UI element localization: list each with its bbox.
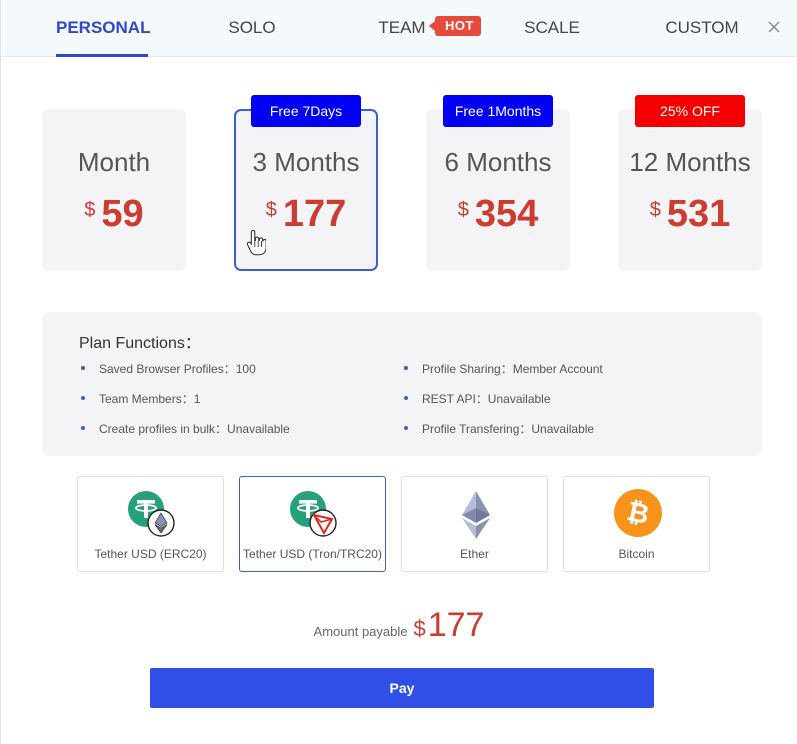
- promo-badge-free-1months: Free 1Months: [443, 95, 553, 127]
- bullet-icon: [81, 425, 85, 430]
- feature-text: REST API：Unavailable: [422, 392, 551, 406]
- plan-tabs: PERSONAL SOLO TEAM HOT SCALE CUSTOM: [1, 0, 797, 57]
- tab-solo[interactable]: SOLO: [219, 0, 285, 57]
- tether-erc20-icon: [128, 491, 175, 537]
- plan-name: Month: [77, 147, 151, 177]
- plan-amount: 531: [666, 193, 731, 235]
- bullet-icon: [404, 395, 408, 400]
- payment-method-ether[interactable]: Ether: [401, 476, 548, 572]
- close-icon: [768, 21, 780, 33]
- bullet-icon: [404, 365, 408, 370]
- plan-amount: 354: [474, 193, 539, 235]
- plan-currency: $: [457, 199, 469, 221]
- plan-currency: $: [84, 199, 96, 221]
- bitcoin-icon: ₿: [614, 489, 662, 537]
- plan-functions-panel: Plan Functions： Saved Browser Profiles：1…: [42, 312, 762, 456]
- feature-item: Saved Browser Profiles：100: [81, 360, 256, 377]
- feature-item: Create profiles in bulk：Unavailable: [81, 420, 290, 437]
- amount-currency: $: [413, 616, 426, 641]
- pricing-dialog: PERSONAL SOLO TEAM HOT SCALE CUSTOM Mont…: [0, 0, 797, 744]
- tab-team[interactable]: TEAM: [373, 0, 431, 57]
- plan-card-month[interactable]: Month $59: [42, 109, 186, 271]
- payment-method-tether-trc20[interactable]: Tether USD (Tron/TRC20): [239, 476, 386, 572]
- feature-item: Profile Transfering：Unavailable: [404, 420, 594, 437]
- plan-name: 12 Months: [629, 147, 751, 177]
- hot-badge: HOT: [429, 16, 481, 36]
- plan-currency: $: [265, 199, 277, 221]
- payment-method-label: Ether: [460, 547, 489, 561]
- tether-trc20-icon: [290, 491, 337, 537]
- plan-amount: 177: [282, 193, 347, 235]
- ether-icon: [462, 491, 490, 539]
- tab-personal[interactable]: PERSONAL: [56, 0, 150, 57]
- plan-card-12-months[interactable]: 12 Months $531: [618, 109, 762, 271]
- payment-method-label: Bitcoin: [618, 547, 655, 561]
- promo-badge-discount: 25% OFF: [635, 95, 745, 127]
- plan-card-6-months[interactable]: 6 Months $354: [426, 109, 570, 271]
- plan-currency: $: [649, 199, 661, 221]
- payment-method-label: Tether USD (ERC20): [94, 547, 207, 561]
- amount-payable-label: Amount payable: [313, 624, 408, 639]
- tab-scale[interactable]: SCALE: [519, 0, 585, 57]
- bullet-icon: [81, 365, 85, 370]
- feature-item: Profile Sharing：Member Account: [404, 360, 603, 377]
- plan-price: $531: [618, 193, 762, 236]
- plan-name: 3 Months: [252, 147, 360, 177]
- close-button[interactable]: [764, 17, 784, 37]
- feature-text: Saved Browser Profiles：100: [99, 362, 256, 376]
- feature-text: Team Members：1: [99, 392, 201, 406]
- bullet-icon: [404, 425, 408, 430]
- amount-payable: Amount payable $177: [1, 606, 797, 645]
- plan-price: $59: [42, 193, 186, 236]
- plan-functions-title: Plan Functions：: [79, 335, 201, 352]
- feature-text: Create profiles in bulk：Unavailable: [99, 422, 290, 436]
- amount-value: 177: [427, 606, 485, 644]
- feature-text: Profile Sharing：Member Account: [422, 362, 603, 376]
- payment-method-label: Tether USD (Tron/TRC20): [243, 547, 382, 561]
- plan-name: 6 Months: [444, 147, 552, 177]
- payment-method-bitcoin[interactable]: ₿ Bitcoin: [563, 476, 710, 572]
- bullet-icon: [81, 395, 85, 400]
- feature-text: Profile Transfering：Unavailable: [422, 422, 595, 436]
- payment-method-tether-erc20[interactable]: Tether USD (ERC20): [77, 476, 224, 572]
- plan-price: $354: [426, 193, 570, 236]
- pay-button[interactable]: Pay: [150, 668, 654, 708]
- promo-badge-free-7days: Free 7Days: [251, 95, 361, 127]
- hand-cursor-icon: [246, 229, 266, 256]
- feature-item: REST API：Unavailable: [404, 390, 551, 407]
- feature-item: Team Members：1: [81, 390, 200, 407]
- plan-amount: 59: [101, 193, 144, 235]
- tab-custom[interactable]: CUSTOM: [661, 0, 743, 57]
